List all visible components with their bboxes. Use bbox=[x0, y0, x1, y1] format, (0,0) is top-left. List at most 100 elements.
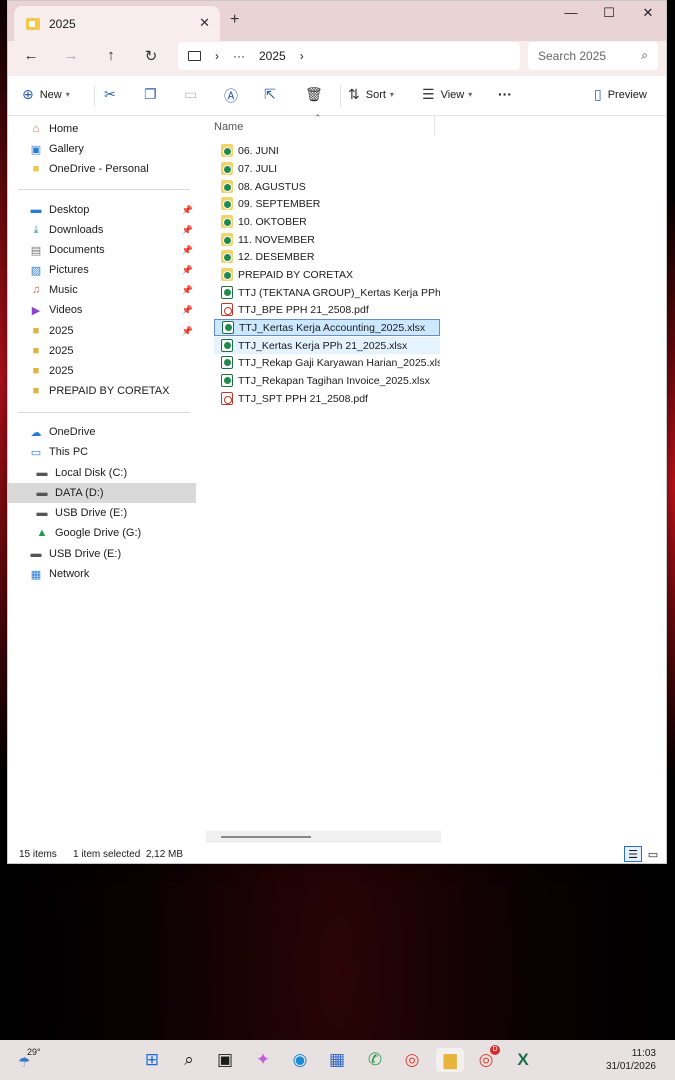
rename-icon: Ⓐ bbox=[224, 88, 238, 104]
sidebar-item-label: Desktop bbox=[49, 204, 90, 216]
chrome-icon[interactable]: ◎ bbox=[400, 1048, 424, 1072]
sidebar-item-pictures[interactable]: ▨ Pictures 📌 bbox=[8, 260, 196, 280]
address-bar[interactable]: › ··· 2025 › bbox=[178, 42, 520, 70]
sidebar-item-home[interactable]: ⌂ Home bbox=[8, 119, 196, 139]
sidebar-item-network[interactable]: ▦ Network bbox=[8, 564, 196, 584]
column-divider[interactable] bbox=[434, 116, 435, 136]
list-item[interactable]: TTJ_Rekap Gaji Karyawan Harian_2025.xlsx bbox=[214, 354, 440, 371]
horizontal-scrollbar[interactable] bbox=[206, 831, 441, 843]
sidebar-item-onedrive[interactable]: ☁ OneDrive bbox=[8, 422, 196, 442]
paste-icon: ▭ bbox=[184, 86, 198, 102]
list-item[interactable]: 08. AGUSTUS bbox=[214, 178, 440, 195]
clock[interactable]: 11:03 31/01/2026 bbox=[606, 1047, 656, 1073]
forward-icon[interactable]: → bbox=[61, 47, 81, 64]
pin-icon[interactable]: 📌 bbox=[182, 265, 193, 276]
list-item[interactable]: TTJ_Rekapan Tagihan Invoice_2025.xlsx bbox=[214, 372, 440, 389]
column-header-name[interactable]: Name bbox=[214, 121, 243, 133]
breadcrumb-overflow[interactable]: ··· bbox=[233, 49, 245, 63]
list-item[interactable]: 07. JULI bbox=[214, 160, 440, 177]
tab-2025[interactable]: 2025 ✕ bbox=[14, 6, 220, 41]
minimize-button[interactable]: — bbox=[556, 5, 586, 20]
share-button[interactable]: ⇱ bbox=[264, 86, 282, 103]
list-item[interactable]: TTJ_BPE PPH 21_2508.pdf bbox=[214, 301, 440, 318]
sort-ascending-icon: ⌃ bbox=[314, 113, 322, 123]
pin-icon[interactable]: 📌 bbox=[182, 305, 193, 316]
more-options-button[interactable]: ··· bbox=[498, 86, 512, 102]
sidebar-item-label: Network bbox=[49, 568, 90, 580]
rename-button[interactable]: Ⓐ bbox=[224, 86, 244, 106]
details-view-icon[interactable]: ☰ bbox=[624, 846, 642, 862]
sidebar-item-documents[interactable]: ▤ Documents 📌 bbox=[8, 240, 196, 260]
up-icon[interactable]: ↑ bbox=[101, 47, 121, 64]
usb-icon: ▬ bbox=[30, 548, 42, 560]
sidebar-item-local-disk-c[interactable]: ▬ Local Disk (C:) bbox=[8, 463, 196, 483]
close-tab-icon[interactable]: ✕ bbox=[199, 15, 210, 31]
tiles-view-icon[interactable]: ▭ bbox=[644, 846, 662, 862]
pin-icon[interactable]: 📌 bbox=[182, 285, 193, 296]
breadcrumb-chevron[interactable]: › bbox=[300, 49, 304, 63]
new-button[interactable]: ⊕ New ▾ bbox=[22, 86, 70, 103]
sidebar-item-music[interactable]: ♫ Music 📌 bbox=[8, 280, 196, 300]
preview-button[interactable]: ▯ Preview bbox=[594, 86, 647, 103]
list-item[interactable]: 09. SEPTEMBER bbox=[214, 195, 440, 212]
whatsapp-icon[interactable]: ✆ bbox=[363, 1048, 387, 1072]
copilot-icon[interactable]: ✦ bbox=[251, 1048, 275, 1072]
search-input[interactable]: Search 2025 ⌕ bbox=[528, 42, 658, 70]
file-explorer-icon[interactable]: ▆ bbox=[436, 1048, 464, 1072]
list-item[interactable]: PREPAID BY CORETAX bbox=[214, 266, 440, 283]
sidebar-item-usb-drive-e[interactable]: ▬ USB Drive (E:) bbox=[8, 503, 196, 523]
folder-icon: ■ bbox=[32, 163, 40, 175]
view-button[interactable]: ☰ View ▾ bbox=[422, 86, 472, 103]
weather-widget[interactable]: ☂ 29° bbox=[18, 1046, 58, 1074]
breadcrumb-2025[interactable]: 2025 bbox=[259, 49, 286, 63]
sidebar-item-onedrive-personal[interactable]: ■ OneDrive - Personal bbox=[8, 159, 196, 179]
cut-button[interactable]: ✂ bbox=[104, 86, 122, 103]
refresh-icon[interactable]: ↻ bbox=[141, 47, 161, 65]
pin-icon[interactable]: 📌 bbox=[182, 326, 193, 337]
file-name: 10. OKTOBER bbox=[238, 215, 307, 228]
maximize-button[interactable]: ☐ bbox=[594, 5, 624, 21]
sidebar-item-2025[interactable]: ■ 2025 bbox=[8, 361, 196, 381]
copy-button[interactable]: ❐ bbox=[144, 86, 163, 103]
breadcrumb-chevron[interactable]: › bbox=[215, 49, 219, 63]
task-view-icon[interactable]: ▣ bbox=[213, 1048, 237, 1072]
edge-icon[interactable]: ◉ bbox=[288, 1048, 312, 1072]
sidebar-item-prepaid-by-coretax[interactable]: ■ PREPAID BY CORETAX bbox=[8, 381, 196, 401]
usb-icon: ▬ bbox=[36, 507, 48, 519]
close-button[interactable]: ✕ bbox=[633, 5, 663, 21]
list-item-selected[interactable]: TTJ_Kertas Kerja Accounting_2025.xlsx bbox=[214, 319, 440, 336]
new-tab-button[interactable]: + bbox=[230, 11, 239, 29]
pin-icon[interactable]: 📌 bbox=[182, 205, 193, 216]
start-icon[interactable]: ⊞ bbox=[140, 1048, 164, 1072]
scrollbar-thumb[interactable] bbox=[221, 836, 311, 838]
store-icon[interactable]: ▦ bbox=[325, 1048, 349, 1072]
list-item[interactable]: 06. JUNI bbox=[214, 142, 440, 159]
sidebar-item-google-drive-g[interactable]: ▲ Google Drive (G:) bbox=[8, 523, 196, 543]
delete-button[interactable]: 🗑 bbox=[305, 86, 329, 103]
excel-icon[interactable]: X bbox=[511, 1048, 535, 1072]
list-item[interactable]: 11. NOVEMBER bbox=[214, 231, 440, 248]
sidebar-item-gallery[interactable]: ▣ Gallery bbox=[8, 139, 196, 159]
sidebar-item-data-d[interactable]: ▬ DATA (D:) bbox=[8, 483, 196, 503]
file-name: PREPAID BY CORETAX bbox=[238, 268, 353, 281]
search-icon[interactable]: ⌕ bbox=[177, 1048, 201, 1072]
sidebar-item-usb-drive-e[interactable]: ▬ USB Drive (E:) bbox=[8, 544, 196, 564]
list-item[interactable]: TTJ_SPT PPH 21_2508.pdf bbox=[214, 390, 440, 407]
list-item[interactable]: TTJ (TEKTANA GROUP)_Kertas Kerja PPh 2..… bbox=[214, 284, 440, 301]
list-item[interactable]: 12. DESEMBER bbox=[214, 248, 440, 265]
sidebar-item-desktop[interactable]: ▬ Desktop 📌 bbox=[8, 200, 196, 220]
sort-button[interactable]: ⇅ Sort ▾ bbox=[348, 86, 394, 103]
paste-button[interactable]: ▭ bbox=[184, 86, 203, 103]
back-icon[interactable]: ← bbox=[21, 47, 41, 64]
sidebar-item-2025[interactable]: ■ 2025 bbox=[8, 341, 196, 361]
sidebar-item-downloads[interactable]: ⤓ Downloads 📌 bbox=[8, 220, 196, 240]
sidebar-item-this-pc[interactable]: ▭ This PC bbox=[8, 442, 196, 462]
pin-icon[interactable]: 📌 bbox=[182, 225, 193, 236]
sidebar-item-videos[interactable]: ▶ Videos 📌 bbox=[8, 300, 196, 320]
sidebar-item-label: OneDrive - Personal bbox=[49, 163, 149, 175]
pin-icon[interactable]: 📌 bbox=[182, 245, 193, 256]
sidebar-item-2025[interactable]: ■ 2025 📌 bbox=[8, 321, 196, 341]
chrome-profile-icon[interactable]: ◎ D bbox=[474, 1045, 500, 1072]
list-item[interactable]: TTJ_Kertas Kerja PPh 21_2025.xlsx bbox=[214, 337, 440, 354]
list-item[interactable]: 10. OKTOBER bbox=[214, 213, 440, 230]
